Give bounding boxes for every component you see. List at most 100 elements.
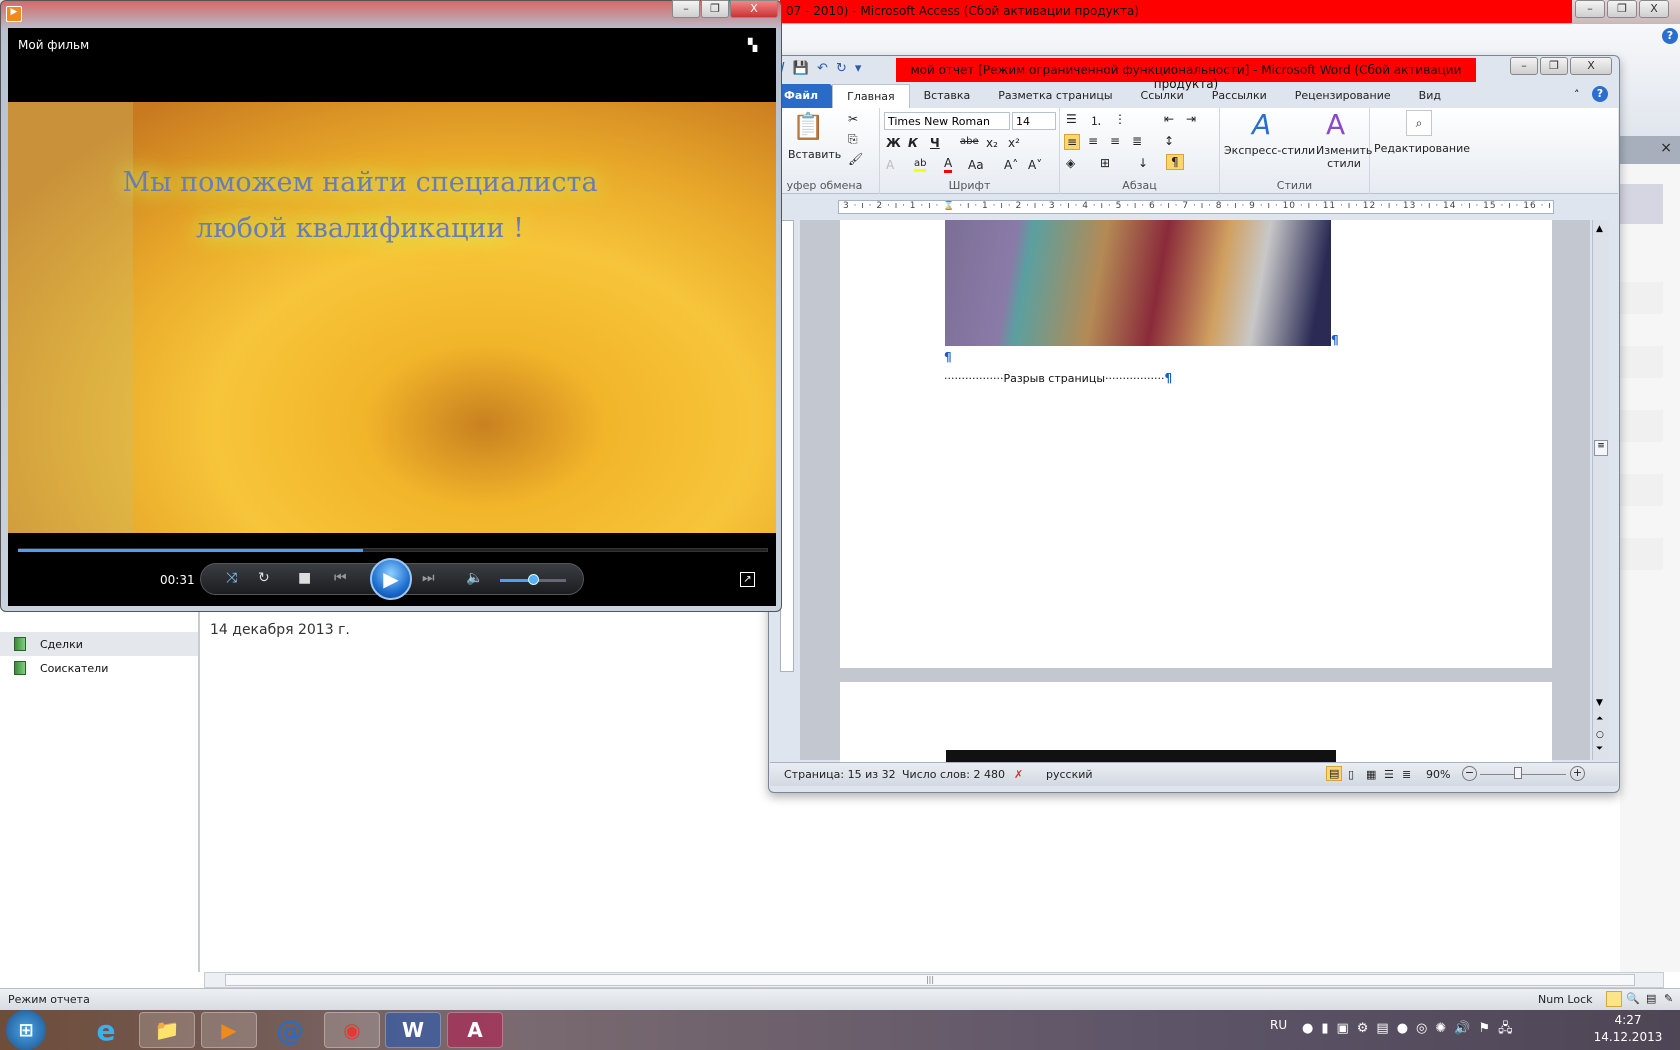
fullscreen-icon[interactable]: ↗ <box>740 572 755 587</box>
scroll-up-icon[interactable]: ▲ <box>1596 224 1603 234</box>
taskbar-access[interactable]: A <box>447 1012 503 1048</box>
player-close-button[interactable]: X <box>730 0 778 18</box>
numbering-icon[interactable]: ⒈ <box>1090 112 1102 129</box>
tab-view[interactable]: Вид <box>1405 84 1455 108</box>
scroll-down-icon[interactable]: ▼ <box>1596 698 1603 708</box>
print-layout-icon[interactable]: ▤ <box>1326 766 1343 781</box>
previous-page-icon[interactable]: ⏶ <box>1596 714 1603 724</box>
access-horizontal-scrollbar[interactable]: ||| <box>204 972 1664 988</box>
highlight-button[interactable]: ab <box>914 158 927 172</box>
increase-indent-icon[interactable]: ⇥ <box>1186 112 1196 126</box>
format-painter-icon[interactable]: 🖌 <box>848 152 863 166</box>
word-close-button[interactable]: X <box>1570 57 1612 75</box>
clock-time[interactable]: 4:27 <box>1598 1013 1658 1027</box>
zoom-slider[interactable] <box>1480 774 1566 775</box>
font-name-select[interactable]: Times New Roman <box>884 112 1010 130</box>
redo-icon[interactable]: ↻ <box>836 61 847 76</box>
taskbar-internet-explorer[interactable]: e <box>78 1012 134 1048</box>
binoculars-icon[interactable]: ⌕ <box>1406 110 1432 136</box>
justify-icon[interactable]: ≣ <box>1132 134 1142 148</box>
document-image[interactable] <box>946 750 1336 762</box>
clock-date[interactable]: 14.12.2013 <box>1588 1030 1668 1044</box>
design-view-icon[interactable]: ✎ <box>1664 992 1673 1005</box>
language[interactable]: русский <box>1046 768 1093 781</box>
access-restore-button[interactable]: ❐ <box>1607 0 1637 18</box>
zoom-slider-thumb[interactable] <box>1514 767 1523 779</box>
access-row[interactable] <box>1620 474 1663 506</box>
align-center-icon[interactable]: ≡ <box>1088 134 1098 148</box>
tab-mailings[interactable]: Рассылки <box>1198 84 1281 108</box>
change-case-button[interactable]: Aa <box>968 158 984 172</box>
align-left-icon[interactable]: ≡ <box>1064 134 1081 150</box>
taskbar-word[interactable]: W <box>385 1012 441 1048</box>
quick-styles-icon[interactable]: A <box>1252 108 1271 141</box>
layout-view-icon[interactable]: ▤ <box>1646 992 1656 1005</box>
access-row[interactable] <box>1620 410 1663 442</box>
italic-button[interactable]: К <box>908 136 918 150</box>
paste-button[interactable]: Вставить <box>788 148 841 161</box>
zoom-in-button[interactable]: + <box>1570 766 1585 781</box>
nav-item-applicants[interactable]: Соискатели <box>0 656 198 680</box>
vertical-ruler[interactable] <box>780 220 794 672</box>
web-layout-icon[interactable]: ▦ <box>1366 768 1376 781</box>
customize-qat-icon[interactable]: ▾ <box>855 61 862 76</box>
document-image[interactable] <box>945 220 1331 346</box>
tab-references[interactable]: Ссылки <box>1127 84 1198 108</box>
grow-font-button[interactable]: A˄ <box>1004 158 1018 172</box>
volume-icon[interactable]: 🔈 <box>466 570 483 586</box>
draft-icon[interactable]: ≣ <box>1402 768 1411 781</box>
zoom-level[interactable]: 90% <box>1426 768 1450 781</box>
player-minimize-button[interactable]: – <box>672 0 700 18</box>
word-restore-button[interactable]: ❐ <box>1540 57 1568 75</box>
cut-icon[interactable]: ✂ <box>848 112 858 126</box>
word-minimize-button[interactable]: – <box>1510 57 1538 75</box>
copy-icon[interactable]: ⎘ <box>848 132 858 147</box>
next-icon[interactable]: ⏭ <box>422 570 435 586</box>
taskbar-explorer[interactable]: 📁 <box>139 1012 195 1048</box>
outline-icon[interactable]: ☰ <box>1384 768 1394 781</box>
horizontal-ruler[interactable]: 3 · ı · 2 · ı · 1 · ı · ⌛ · ı · 1 · ı · … <box>838 200 1554 214</box>
bullets-icon[interactable]: ☰ <box>1066 112 1077 126</box>
access-row[interactable] <box>1620 282 1663 314</box>
stop-icon[interactable]: ■ <box>298 570 311 586</box>
access-row[interactable] <box>1620 538 1663 570</box>
access-help-icon[interactable]: ? <box>1662 28 1678 44</box>
save-icon[interactable]: 💾 <box>793 61 809 76</box>
font-color-button[interactable]: A <box>944 156 953 173</box>
player-restore-button[interactable]: ❐ <box>701 0 729 18</box>
borders-icon[interactable]: ⊞ <box>1100 156 1110 170</box>
start-button[interactable]: ⊞ <box>6 1010 46 1050</box>
tab-home[interactable]: Главная <box>832 84 910 108</box>
browse-object-icon[interactable]: ○ <box>1596 730 1604 740</box>
access-row-selected[interactable] <box>1620 184 1663 224</box>
undo-icon[interactable]: ↶ <box>817 61 828 76</box>
proofing-icon[interactable]: ✗ <box>1014 768 1023 781</box>
access-pane-close-button[interactable]: × <box>1620 136 1680 164</box>
zoom-out-button[interactable]: − <box>1462 766 1477 781</box>
subscript-button[interactable]: x₂ <box>986 136 998 150</box>
access-close-button[interactable]: X <box>1639 0 1669 18</box>
ribbon-minimize-icon[interactable]: ˄ <box>1574 88 1580 101</box>
report-view-icon[interactable] <box>1606 991 1622 1007</box>
volume-thumb[interactable] <box>528 574 539 585</box>
show-formatting-icon[interactable]: ¶ <box>1166 154 1184 170</box>
decrease-indent-icon[interactable]: ⇤ <box>1164 112 1174 126</box>
editing-button[interactable]: Редактирование <box>1374 142 1470 155</box>
language-indicator[interactable]: RU <box>1270 1018 1287 1032</box>
tab-insert[interactable]: Вставка <box>910 84 985 108</box>
bold-button[interactable]: Ж <box>886 136 901 150</box>
line-spacing-icon[interactable]: ↕ <box>1164 134 1174 148</box>
quick-styles-button[interactable]: Экспресс-стили <box>1224 144 1315 157</box>
shrink-font-button[interactable]: A˅ <box>1028 158 1042 172</box>
repeat-icon[interactable]: ↻ <box>258 570 270 586</box>
tray-icons[interactable]: ●▮▣⚙▤●◎✺🔊⚑🖧 <box>1302 1019 1521 1041</box>
sort-icon[interactable]: ↓ <box>1138 156 1148 170</box>
access-minimize-button[interactable]: – <box>1575 0 1605 18</box>
taskbar-media-player[interactable]: ▶ <box>201 1012 257 1048</box>
change-styles-icon[interactable]: A <box>1326 108 1345 141</box>
align-right-icon[interactable]: ≡ <box>1110 134 1120 148</box>
text-effects-button[interactable]: A <box>886 158 894 172</box>
superscript-button[interactable]: x² <box>1008 136 1020 150</box>
change-styles-button[interactable]: Изменить стили <box>1316 144 1372 170</box>
taskbar-mail-agent[interactable]: @ <box>262 1012 318 1048</box>
